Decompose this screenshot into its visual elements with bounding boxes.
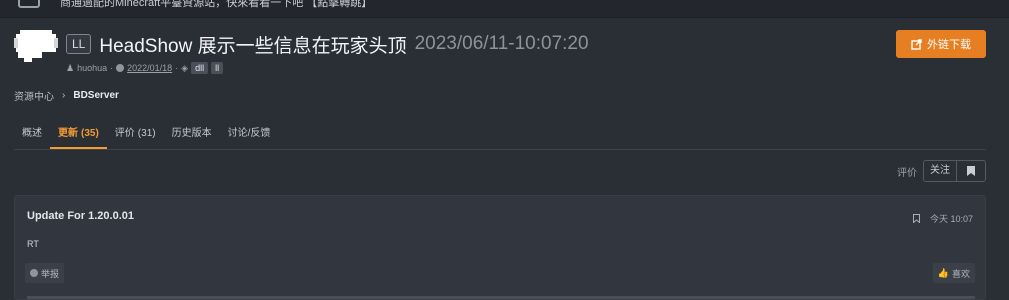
publish-date-link[interactable]: 2022/01/18 [127, 63, 172, 73]
notice-icon [18, 0, 40, 8]
tag-ll[interactable]: ll [211, 62, 224, 74]
follow-button[interactable]: 关注 [924, 161, 957, 181]
bookmark-outline-icon[interactable] [912, 214, 920, 223]
breadcrumb-resource-center[interactable]: 资源中心 [14, 88, 54, 103]
follow-group: 关注 [923, 160, 986, 182]
rating-label[interactable]: 评价 [897, 164, 917, 179]
resource-meta: ♟ huohua · 2022/01/18 · ◈ dll ll [66, 62, 224, 74]
user-icon: ♟ [66, 62, 75, 73]
tab-updates[interactable]: 更新 (35) [50, 118, 107, 149]
breadcrumb-bdserver[interactable]: BDServer [73, 90, 119, 101]
chevron-right-icon: › [62, 90, 66, 101]
like-button[interactable]: 👍 喜欢 [932, 263, 975, 283]
prefix-tag[interactable]: LL [66, 34, 92, 54]
breadcrumb: 资源中心 › BDServer [14, 88, 119, 103]
warning-icon [30, 269, 38, 277]
tag-dll[interactable]: dll [191, 62, 209, 74]
report-button[interactable]: 举报 [25, 263, 65, 283]
thumbs-up-icon: 👍 [937, 267, 949, 278]
clock-icon [116, 64, 125, 72]
resource-tabs: 概述 更新 (35) 评价 (31) 历史版本 讨论/反馈 [14, 118, 986, 150]
author-link[interactable]: huohua [77, 63, 107, 73]
resource-header: LL HeadShow 展示一些信息在玩家头顶 2023/06/11-10:07… [66, 30, 589, 58]
card-divider [27, 296, 975, 299]
rating-bar: 评价 关注 [897, 160, 986, 182]
update-body: RT [27, 239, 39, 249]
external-download-button[interactable]: 外链下载 [896, 30, 986, 58]
top-notice-text[interactable]: 商通過配的Minecraft平臺資源站，快來看看一下吧 【點擊轉跳】 [60, 0, 372, 9]
update-card: Update For 1.20.0.01 今天 10:07 RT 举报 👍 喜欢 [14, 195, 986, 300]
top-notice-bar: 商通過配的Minecraft平臺資源站，快來看看一下吧 【點擊轉跳】 [0, 0, 1009, 18]
bookmark-button[interactable] [957, 161, 985, 181]
tag-icon: ◈ [181, 62, 189, 73]
bookmark-icon [967, 166, 975, 176]
external-link-icon [911, 38, 922, 50]
tab-reviews[interactable]: 评价 (31) [107, 118, 164, 149]
update-meta: 今天 10:07 [912, 212, 973, 225]
tab-overview[interactable]: 概述 [14, 118, 50, 149]
tab-history[interactable]: 历史版本 [164, 118, 220, 149]
download-label: 外链下载 [927, 39, 971, 51]
resource-title: HeadShow 展示一些信息在玩家头顶 [99, 35, 407, 57]
resource-avatar [14, 30, 58, 62]
resource-version-date: 2023/06/11-10:07:20 [414, 33, 589, 54]
update-title[interactable]: Update For 1.20.0.01 [27, 210, 134, 222]
tab-discussion[interactable]: 讨论/反馈 [220, 118, 279, 149]
update-time: 今天 10:07 [929, 214, 973, 224]
